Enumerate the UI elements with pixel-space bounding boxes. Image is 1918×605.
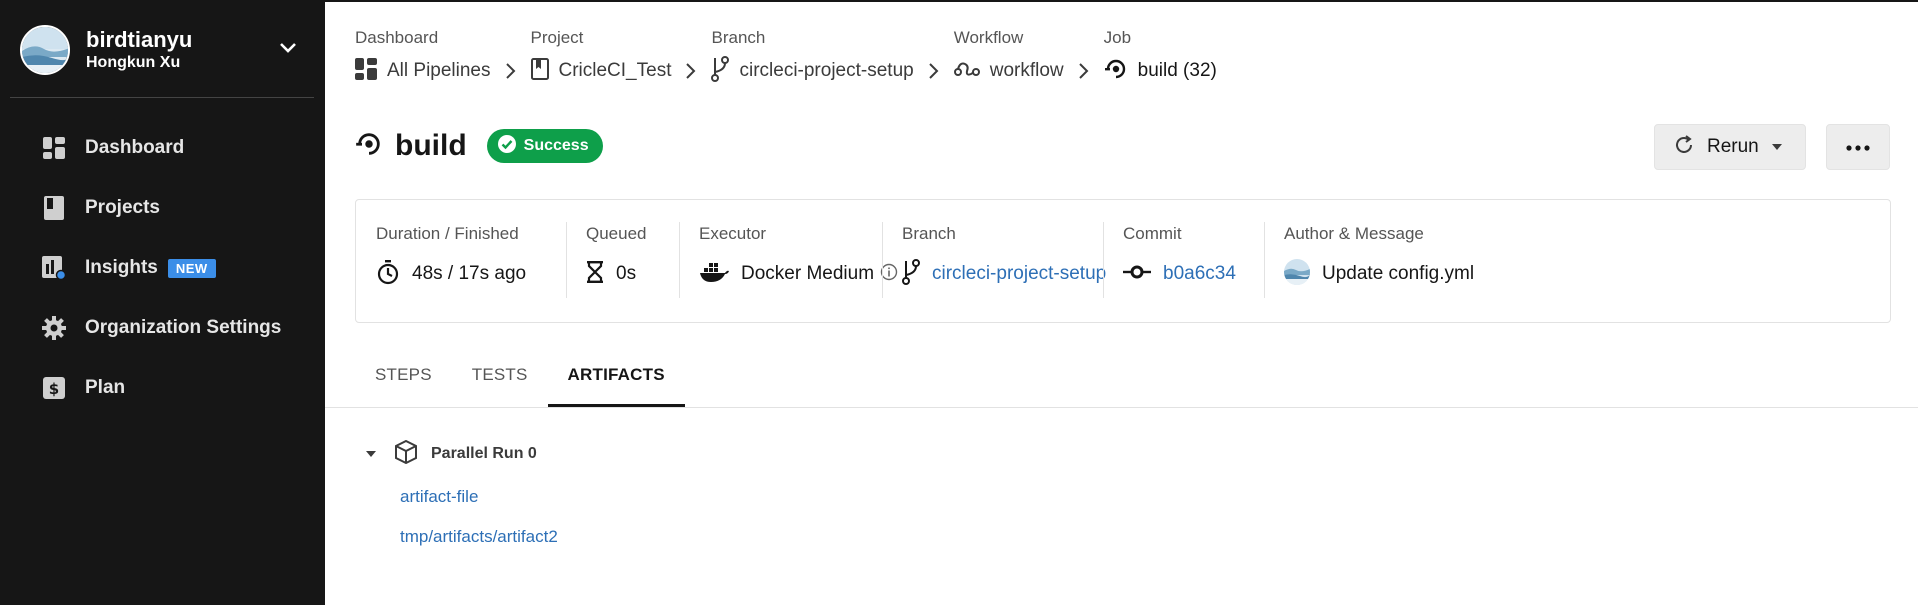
branch-cell: Branch circleci-project-setup	[882, 200, 1106, 322]
hourglass-icon	[586, 260, 604, 289]
parallel-run-group[interactable]: Parallel Run 0	[365, 439, 537, 469]
commit-caption: Commit	[1123, 224, 1182, 243]
chevron-right-icon	[1078, 54, 1090, 88]
commit-cell: Commit b0a6c34	[1103, 200, 1264, 322]
sidebar-item-label: Insights	[85, 257, 158, 278]
breadcrumb-link-branch[interactable]: circleci-project-setup	[739, 60, 913, 82]
sidebar-item-dashboard[interactable]: Dashboard	[0, 118, 325, 178]
branch-icon	[902, 258, 920, 290]
artifact-link[interactable]: artifact-file	[400, 487, 478, 507]
new-badge: NEW	[167, 258, 216, 278]
breadcrumb-caption: Job	[1103, 28, 1132, 47]
sidebar-divider	[10, 97, 314, 98]
tab-artifacts[interactable]: ARTIFACTS	[547, 354, 685, 408]
job-icon	[1104, 57, 1128, 86]
bookmark-icon	[530, 57, 549, 85]
breadcrumb-dashboard: Dashboard All Pipelines	[355, 28, 491, 88]
user-menu[interactable]: birdtianyu Hongkun Xu	[20, 24, 310, 76]
workflow-icon	[953, 60, 980, 83]
refresh-icon	[1673, 134, 1695, 161]
breadcrumb-caption: Workflow	[953, 28, 1024, 47]
top-border	[325, 0, 1918, 2]
breadcrumb-workflow: Workflow workflow	[953, 28, 1064, 88]
duration-cell: Duration / Finished 48s / 17s ago	[356, 200, 566, 322]
breadcrumb-caption: Dashboard	[355, 28, 439, 47]
job-icon	[355, 130, 383, 163]
executor-caption: Executor	[699, 224, 767, 243]
author-cell: Author & Message Update config.yml	[1264, 200, 1544, 322]
chevron-right-icon	[685, 54, 697, 88]
sidebar-nav: Dashboard Projects Insights NEW Organiza…	[0, 118, 325, 418]
caret-down-icon	[1771, 138, 1783, 156]
dollar-icon: $	[42, 376, 66, 400]
commit-message: Update config.yml	[1322, 263, 1475, 284]
rerun-label: Rerun	[1707, 136, 1759, 157]
branch-icon	[711, 55, 730, 87]
dashboard-icon	[42, 136, 66, 160]
breadcrumb-current-job: build (32)	[1137, 60, 1217, 81]
tabs-divider	[325, 407, 1918, 408]
author-caption: Author & Message	[1284, 224, 1424, 243]
breadcrumb: Dashboard All Pipelines Project CricleCI…	[355, 28, 1217, 88]
chevron-right-icon	[928, 54, 940, 88]
avatar	[20, 25, 70, 75]
breadcrumb-project: Project CricleCI_Test	[530, 28, 672, 88]
queued-cell: Queued 0s	[566, 200, 679, 322]
sidebar-item-label: Projects	[85, 197, 160, 218]
executor-value: Docker Medium	[741, 263, 875, 284]
breadcrumb-caption: Project	[530, 28, 584, 47]
commit-link[interactable]: b0a6c34	[1163, 263, 1236, 285]
caret-down-icon[interactable]	[365, 445, 377, 463]
sidebar-item-plan[interactable]: $ Plan	[0, 358, 325, 418]
check-circle-icon	[497, 134, 517, 159]
box-icon	[395, 439, 417, 469]
executor-cell: Executor Docker Medium	[679, 200, 898, 322]
job-tabs: STEPS TESTS ARTIFACTS	[355, 354, 685, 408]
tab-steps[interactable]: STEPS	[355, 354, 452, 408]
status-text: Success	[523, 137, 589, 154]
branch-caption: Branch	[902, 224, 956, 243]
breadcrumb-caption: Branch	[711, 28, 766, 47]
more-horizontal-icon	[1846, 138, 1870, 156]
branch-link[interactable]: circleci-project-setup	[932, 263, 1106, 285]
user-subtitle: Hongkun Xu	[86, 54, 181, 71]
sidebar-item-label: Dashboard	[85, 137, 185, 158]
rerun-button[interactable]: Rerun	[1654, 124, 1806, 170]
artifact-link[interactable]: tmp/artifacts/artifact2	[400, 527, 558, 547]
duration-caption: Duration / Finished	[376, 224, 519, 243]
insights-icon	[42, 256, 66, 280]
pipelines-icon	[355, 57, 377, 85]
breadcrumb-job: Job build (32)	[1104, 28, 1217, 88]
breadcrumb-link-workflow[interactable]: workflow	[990, 60, 1064, 82]
projects-icon	[42, 196, 66, 220]
breadcrumb-branch: Branch circleci-project-setup	[711, 28, 914, 88]
page-title: build	[395, 129, 467, 162]
status-badge: Success	[486, 129, 603, 163]
job-info-card: Duration / Finished 48s / 17s ago Queued…	[355, 199, 1891, 323]
parallel-run-label: Parallel Run 0	[431, 445, 537, 462]
gear-icon	[42, 316, 66, 340]
duration-value: 48s / 17s ago	[412, 263, 527, 284]
chevron-right-icon	[505, 54, 517, 88]
more-options-button[interactable]	[1826, 124, 1890, 170]
sidebar-item-label: Organization Settings	[85, 317, 282, 338]
sidebar-item-insights[interactable]: Insights NEW	[0, 238, 325, 298]
queued-caption: Queued	[586, 224, 647, 243]
breadcrumb-link-project[interactable]: CricleCI_Test	[559, 60, 672, 82]
chevron-down-icon[interactable]	[278, 38, 298, 63]
author-avatar	[1284, 258, 1310, 290]
docker-icon	[699, 261, 729, 288]
sidebar-item-label: Plan	[85, 377, 126, 398]
sidebar: birdtianyu Hongkun Xu Dashboard Projects…	[0, 0, 325, 605]
queued-value: 0s	[616, 263, 637, 284]
sidebar-item-projects[interactable]: Projects	[0, 178, 325, 238]
tab-tests[interactable]: TESTS	[452, 354, 548, 408]
svg-text:$: $	[49, 380, 59, 398]
commit-icon	[1123, 264, 1151, 285]
user-name: birdtianyu	[86, 27, 193, 52]
breadcrumb-link-all-pipelines[interactable]: All Pipelines	[387, 60, 491, 82]
stopwatch-icon	[376, 259, 400, 290]
sidebar-item-organization-settings[interactable]: Organization Settings	[0, 298, 325, 358]
job-header: build Success	[355, 126, 603, 166]
